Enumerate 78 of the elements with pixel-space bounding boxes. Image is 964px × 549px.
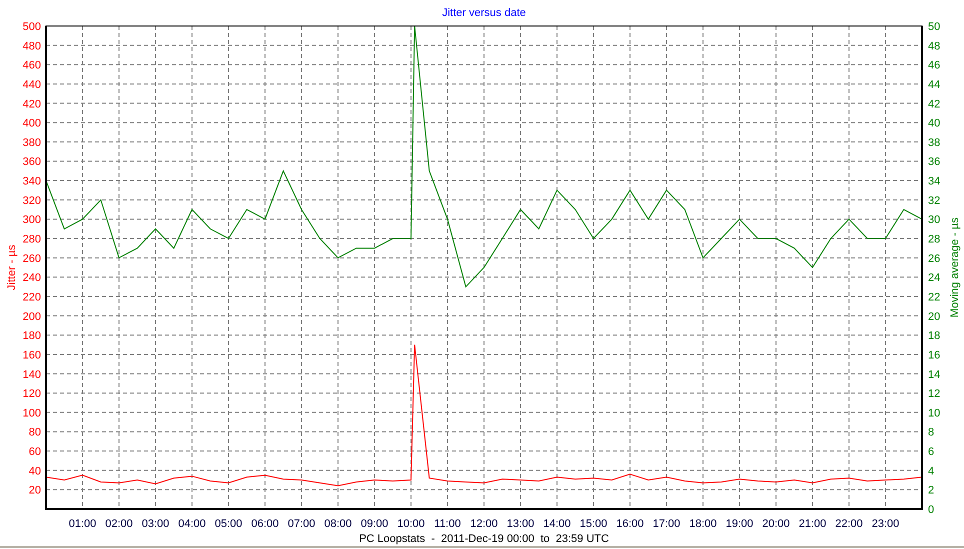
tick-label: 400	[22, 118, 41, 130]
tick-label: 06:00	[251, 518, 279, 530]
tick-label: 14:00	[543, 518, 571, 530]
tick-label: 40	[928, 118, 940, 130]
tick-label: 20	[28, 484, 41, 497]
tick-label: 460	[22, 60, 41, 72]
tick-label: 380	[22, 136, 41, 149]
tick-label: 46	[928, 60, 940, 72]
tick-label: 30	[928, 214, 940, 226]
tick-label: 26	[928, 252, 940, 265]
tick-label: 34	[928, 176, 940, 188]
tick-label: 180	[22, 330, 41, 342]
tick-label: 24	[928, 272, 940, 284]
tick-label: 07:00	[288, 518, 316, 530]
axis-label: Jitter - µs	[6, 244, 18, 290]
tick-label: 19:00	[726, 518, 754, 530]
tick-label: 12:00	[470, 518, 498, 530]
tick-label: 260	[22, 252, 41, 265]
tick-label: 38	[928, 136, 940, 149]
tick-label: 220	[22, 291, 41, 304]
tick-label: 140	[22, 368, 41, 381]
tick-label: 440	[22, 78, 41, 91]
tick-label: 2	[928, 484, 934, 497]
chart-title: Jitter versus date	[442, 7, 526, 19]
tick-label: 340	[22, 176, 41, 188]
tick-label: 21:00	[798, 518, 826, 530]
axis-label: Moving average - µs	[949, 218, 961, 318]
tick-label: 18	[928, 330, 940, 342]
tick-label: 18:00	[689, 518, 717, 530]
tick-label: 23:00	[872, 518, 900, 530]
tick-label: 200	[22, 310, 41, 323]
tick-label: 13:00	[506, 518, 534, 530]
tick-label: 08:00	[324, 518, 352, 530]
tick-label: 6	[928, 446, 934, 458]
tick-label: 15:00	[580, 518, 608, 530]
tick-label: 240	[22, 272, 41, 284]
tick-label: 32	[928, 194, 940, 207]
tick-label: 04:00	[178, 518, 206, 530]
tick-label: 16	[928, 349, 940, 362]
tick-label: 480	[22, 40, 41, 52]
tick-label: 36	[928, 156, 940, 168]
tick-label: 8	[928, 426, 934, 439]
tick-label: 20	[928, 310, 940, 323]
tick-label: 22	[928, 291, 940, 304]
axis-label: PC Loopstats - 2011-Dec-19 00:00 to 23:59 UTC	[359, 533, 609, 545]
tick-label: 0	[928, 504, 934, 516]
tick-label: 100	[22, 407, 41, 420]
tick-label: 48	[928, 40, 940, 52]
tick-label: 500	[22, 21, 41, 33]
tick-label: 120	[22, 388, 41, 400]
tick-label: 22:00	[835, 518, 863, 530]
tick-label: 02:00	[105, 518, 133, 530]
tick-label: 28	[928, 234, 940, 246]
tick-label: 05:00	[214, 518, 242, 530]
tick-label: 09:00	[360, 518, 388, 530]
tick-label: 42	[928, 98, 940, 110]
tick-label: 4	[928, 465, 934, 478]
tick-label: 16:00	[616, 518, 644, 530]
tick-label: 01:00	[68, 518, 96, 530]
tick-label: 300	[22, 214, 41, 226]
tick-label: 20:00	[762, 518, 790, 530]
tick-label: 160	[22, 349, 41, 362]
tick-label: 17:00	[652, 518, 680, 530]
tick-label: 12	[928, 388, 940, 400]
tick-label: 280	[22, 234, 41, 246]
tick-label: 44	[928, 78, 940, 91]
tick-label: 10:00	[397, 518, 425, 530]
tick-label: 10	[928, 407, 940, 420]
tick-label: 14	[928, 368, 940, 381]
tick-label: 03:00	[142, 518, 170, 530]
tick-label: 40	[28, 465, 41, 478]
tick-label: 11:00	[434, 518, 461, 530]
tick-label: 80	[28, 426, 41, 439]
tick-label: 50	[928, 21, 940, 33]
tick-label: 320	[22, 194, 41, 207]
tick-label: 420	[22, 98, 41, 110]
tick-label: 360	[22, 156, 41, 168]
tick-label: 60	[28, 446, 41, 458]
